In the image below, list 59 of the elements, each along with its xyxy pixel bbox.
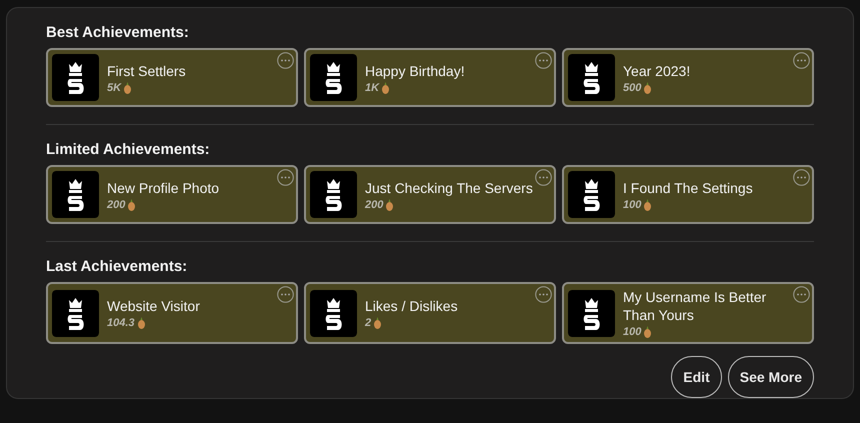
more-icon[interactable] bbox=[535, 286, 552, 303]
action-button[interactable]: Edit bbox=[671, 356, 722, 398]
logo-icon bbox=[52, 171, 99, 218]
achievement-card[interactable]: New Profile Photo 200 bbox=[46, 165, 298, 224]
achievement-name: My Username Is Better Than Yours bbox=[623, 288, 768, 324]
logo-icon bbox=[568, 54, 615, 101]
pineapple-icon bbox=[128, 198, 136, 210]
points-value: 100 bbox=[623, 198, 642, 210]
more-icon[interactable] bbox=[277, 169, 294, 186]
achievement-name: Year 2023! bbox=[623, 62, 690, 80]
points-value: 1K bbox=[365, 82, 380, 94]
achievement-name: Website Visitor bbox=[107, 297, 200, 315]
more-icon[interactable] bbox=[793, 286, 810, 303]
achievement-card[interactable]: Year 2023! 500 bbox=[562, 48, 814, 107]
points-value: 5K bbox=[107, 82, 122, 94]
achievement-name: Likes / Dislikes bbox=[365, 297, 458, 315]
achievement-card[interactable]: Happy Birthday! 1K bbox=[304, 48, 556, 107]
logo-icon bbox=[568, 171, 615, 218]
achievement-card[interactable]: My Username Is Better Than Yours 100 bbox=[562, 282, 814, 344]
more-icon[interactable] bbox=[535, 169, 552, 186]
achievement-card[interactable]: Likes / Dislikes 2 bbox=[304, 282, 556, 344]
action-button[interactable]: See More bbox=[728, 356, 814, 398]
logo-icon bbox=[52, 290, 99, 336]
pineapple-icon bbox=[644, 326, 652, 338]
pineapple-icon bbox=[374, 317, 382, 329]
achievement-name: Happy Birthday! bbox=[365, 62, 465, 80]
section-title: Limited Achievements: bbox=[46, 141, 211, 159]
section-title: Last Achievements: bbox=[46, 258, 188, 276]
pineapple-icon bbox=[382, 82, 390, 94]
logo-icon bbox=[310, 171, 357, 218]
achievement-name: New Profile Photo bbox=[107, 178, 220, 196]
pineapple-icon bbox=[644, 82, 652, 94]
achievement-card[interactable]: Website Visitor 104.3 bbox=[46, 282, 298, 344]
logo-icon bbox=[568, 290, 615, 336]
points-value: 200 bbox=[107, 198, 126, 210]
achievement-card[interactable]: First Settlers 5K bbox=[46, 48, 298, 107]
achievement-name: I Found The Settings bbox=[623, 178, 753, 196]
logo-icon bbox=[310, 290, 357, 336]
section-title: Best Achievements: bbox=[46, 24, 190, 42]
achievement-name: First Settlers bbox=[107, 62, 186, 80]
pineapple-icon bbox=[138, 317, 145, 329]
logo-icon bbox=[52, 54, 99, 101]
achievement-card[interactable]: I Found The Settings 100 bbox=[562, 165, 814, 224]
pineapple-icon bbox=[644, 198, 652, 210]
achievement-card[interactable]: Just Checking The Servers 200 bbox=[304, 165, 556, 224]
more-icon[interactable] bbox=[277, 286, 294, 303]
points-value: 100 bbox=[623, 326, 642, 338]
more-icon[interactable] bbox=[793, 52, 810, 69]
pineapple-icon bbox=[386, 198, 394, 210]
points-value: 500 bbox=[623, 82, 642, 94]
more-icon[interactable] bbox=[277, 52, 294, 69]
points-value: 104.3 bbox=[107, 317, 135, 329]
more-icon[interactable] bbox=[535, 52, 552, 69]
logo-icon bbox=[310, 54, 357, 101]
points-value: 2 bbox=[365, 317, 372, 329]
pineapple-icon bbox=[124, 82, 132, 94]
more-icon[interactable] bbox=[793, 169, 810, 186]
points-value: 200 bbox=[365, 198, 384, 210]
achievement-name: Just Checking The Servers bbox=[365, 178, 533, 196]
